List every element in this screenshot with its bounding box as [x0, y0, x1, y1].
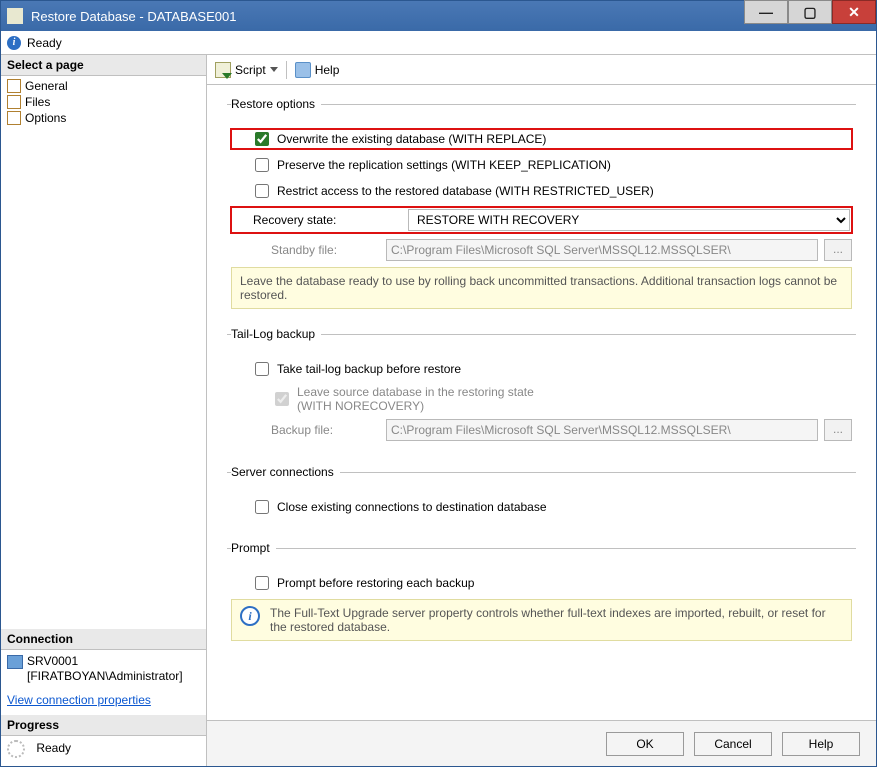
take-taillog-label: Take tail-log backup before restore: [277, 362, 461, 376]
info-icon: i: [240, 606, 260, 626]
preserve-checkbox[interactable]: [255, 158, 269, 172]
page-icon: [7, 95, 21, 109]
backup-file-label: Backup file:: [231, 423, 386, 437]
sidebar-item-files[interactable]: Files: [1, 94, 206, 110]
leave-restoring-label: Leave source database in the restoring s…: [297, 385, 534, 413]
progress-header: Progress: [1, 715, 206, 736]
backup-file-input: [386, 419, 818, 441]
prompt-before-label: Prompt before restoring each backup: [277, 576, 474, 590]
page-icon: [7, 111, 21, 125]
leave-restoring-checkbox: [275, 392, 289, 406]
tail-log-legend: Tail-Log backup: [231, 327, 321, 341]
spinner-icon: [7, 740, 25, 758]
recovery-row: Recovery state: RESTORE WITH RECOVERY: [231, 207, 852, 233]
server-connections-legend: Server connections: [231, 465, 340, 479]
progress-text: Ready: [36, 741, 71, 755]
toolbar: Script Help: [207, 55, 876, 85]
help-label: Help: [315, 63, 340, 77]
connection-user: [FIRATBOYAN\Administrator]: [7, 669, 200, 683]
standby-file-label: Standby file:: [231, 243, 386, 257]
backup-browse-button: ...: [824, 419, 852, 441]
ready-text: Ready: [27, 36, 62, 50]
script-label: Script: [235, 63, 266, 77]
separator: [286, 61, 287, 79]
help-button[interactable]: Help: [782, 732, 860, 756]
sidebar-item-label: Files: [25, 95, 50, 109]
minimize-button[interactable]: —: [744, 0, 788, 24]
sidebar-item-label: Options: [25, 111, 66, 125]
sidebar-item-label: General: [25, 79, 68, 93]
restore-options-group: Restore options Overwrite the existing d…: [227, 97, 856, 313]
dialog-footer: OK Cancel Help: [207, 720, 876, 766]
connection-header: Connection: [1, 629, 206, 650]
cancel-button[interactable]: Cancel: [694, 732, 772, 756]
close-connections-checkbox[interactable]: [255, 500, 269, 514]
server-connections-group: Server connections Close existing connec…: [227, 465, 856, 527]
recovery-state-label: Recovery state:: [233, 213, 408, 227]
help-icon: [295, 62, 311, 78]
tail-log-group: Tail-Log backup Take tail-log backup bef…: [227, 327, 856, 451]
page-icon: [7, 79, 21, 93]
ok-button[interactable]: OK: [606, 732, 684, 756]
restrict-label: Restrict access to the restored database…: [277, 184, 654, 198]
overwrite-label: Overwrite the existing database (WITH RE…: [277, 132, 546, 146]
maximize-button[interactable]: ▢: [788, 0, 832, 24]
sidebar-item-general[interactable]: General: [1, 78, 206, 94]
sidebar-item-options[interactable]: Options: [1, 110, 206, 126]
window-title: Restore Database - DATABASE001: [31, 9, 744, 24]
overwrite-row: Overwrite the existing database (WITH RE…: [231, 129, 852, 149]
select-page-header: Select a page: [1, 55, 206, 76]
fulltext-note-text: The Full-Text Upgrade server property co…: [270, 606, 843, 634]
info-icon: i: [7, 36, 21, 50]
script-button[interactable]: Script: [215, 62, 278, 78]
server-name: SRV0001: [27, 654, 78, 668]
connection-panel: SRV0001 [FIRATBOYAN\Administrator] View …: [1, 650, 206, 715]
standby-file-input: [386, 239, 818, 261]
recovery-state-select[interactable]: RESTORE WITH RECOVERY: [408, 209, 850, 231]
help-button[interactable]: Help: [295, 62, 340, 78]
prompt-group: Prompt Prompt before restoring each back…: [227, 541, 856, 645]
script-icon: [215, 62, 231, 78]
app-icon: [7, 8, 23, 24]
take-taillog-checkbox[interactable]: [255, 362, 269, 376]
restrict-checkbox[interactable]: [255, 184, 269, 198]
server-icon: [7, 655, 23, 669]
close-button[interactable]: ✕: [832, 0, 876, 24]
options-page: Restore options Overwrite the existing d…: [207, 85, 876, 720]
prompt-legend: Prompt: [231, 541, 276, 555]
titlebar[interactable]: Restore Database - DATABASE001 — ▢ ✕: [1, 1, 876, 31]
view-connection-properties-link[interactable]: View connection properties: [7, 693, 151, 707]
recovery-note: Leave the database ready to use by rolli…: [231, 267, 852, 309]
ready-bar: i Ready: [1, 31, 876, 55]
progress-panel: Ready: [1, 736, 206, 766]
close-connections-label: Close existing connections to destinatio…: [277, 500, 547, 514]
chevron-down-icon: [270, 67, 278, 72]
overwrite-checkbox[interactable]: [255, 132, 269, 146]
fulltext-note: i The Full-Text Upgrade server property …: [231, 599, 852, 641]
window-frame: Restore Database - DATABASE001 — ▢ ✕ i R…: [0, 0, 877, 767]
prompt-before-checkbox[interactable]: [255, 576, 269, 590]
restore-options-legend: Restore options: [231, 97, 321, 111]
sidebar: Select a page General Files Options Conn…: [1, 55, 207, 766]
standby-browse-button: ...: [824, 239, 852, 261]
preserve-label: Preserve the replication settings (WITH …: [277, 158, 611, 172]
